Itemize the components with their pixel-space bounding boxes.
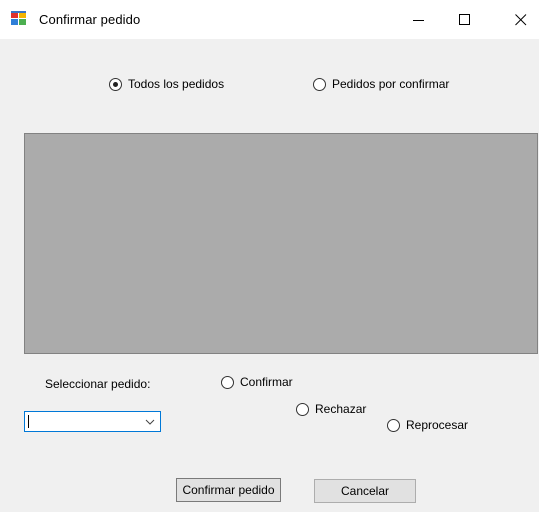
- radio-all-orders[interactable]: Todos los pedidos: [109, 77, 224, 91]
- radio-reject-label: Rechazar: [315, 402, 367, 416]
- close-button[interactable]: [500, 0, 539, 39]
- radio-confirm-label: Confirmar: [240, 375, 293, 389]
- confirm-order-button[interactable]: Confirmar pedido: [176, 478, 281, 502]
- orders-grid[interactable]: [24, 133, 538, 354]
- text-caret: [28, 415, 29, 428]
- app-icon: [11, 11, 26, 26]
- radio-all-orders-label: Todos los pedidos: [128, 77, 225, 91]
- radio-reprocess-label: Reprocesar: [406, 418, 469, 432]
- radio-confirm[interactable]: Confirmar: [221, 375, 293, 389]
- cancel-button[interactable]: Cancelar: [314, 479, 416, 503]
- window-title: Confirmar pedido: [39, 12, 141, 27]
- chevron-down-icon[interactable]: [145, 417, 155, 427]
- radio-reprocess[interactable]: Reprocesar: [387, 418, 468, 432]
- minimize-button[interactable]: [398, 0, 440, 39]
- minimize-icon: [413, 19, 424, 21]
- close-icon: [515, 13, 527, 25]
- radio-reject-circle[interactable]: [296, 402, 309, 416]
- radio-all-orders-circle[interactable]: [109, 77, 122, 91]
- select-order-label: Seleccionar pedido:: [45, 377, 151, 391]
- radio-confirm-circle[interactable]: [221, 375, 234, 389]
- maximize-button[interactable]: [444, 0, 486, 39]
- radio-reprocess-circle[interactable]: [387, 418, 400, 432]
- radio-reject[interactable]: Rechazar: [296, 402, 366, 416]
- radio-pending-orders-label: Pedidos por confirmar: [332, 77, 450, 91]
- maximize-icon: [459, 13, 470, 25]
- radio-pending-orders-circle[interactable]: [313, 77, 326, 91]
- confirm-order-window: Confirmar pedido Todos los pedidos Pedid…: [0, 0, 539, 512]
- radio-pending-orders[interactable]: Pedidos por confirmar: [313, 77, 449, 91]
- title-bar[interactable]: Confirmar pedido: [0, 0, 539, 39]
- order-select[interactable]: [24, 411, 161, 432]
